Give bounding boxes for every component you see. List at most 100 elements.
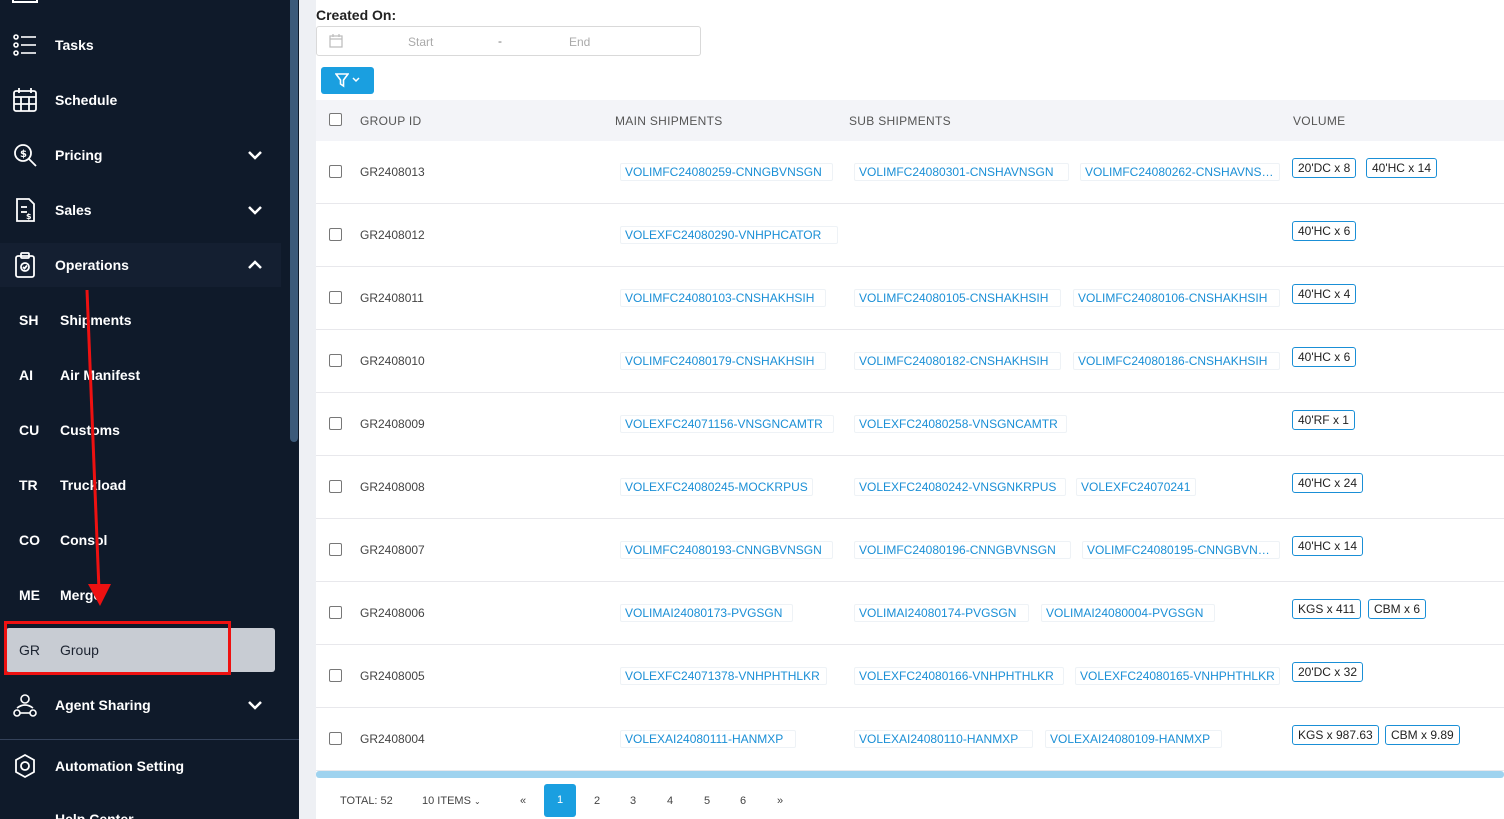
table-row[interactable]: GR2408010 VOLIMFC24080179-CNSHAKHSIH VOL… [316, 330, 1504, 393]
sub-shipment-link[interactable]: VOLEXFC24070241 [1076, 478, 1196, 496]
page-size-select[interactable]: 10 ITEMS ⌄ [422, 795, 481, 807]
sub-shipment-link[interactable]: VOLIMAI24080004-PVGSGN [1041, 604, 1215, 622]
select-all-checkbox[interactable] [329, 113, 342, 126]
main-shipment-link[interactable]: VOLEXFC24071156-VNSGNCAMTR [620, 415, 834, 433]
table-row[interactable]: GR2408013 VOLIMFC24080259-CNNGBVNSGN VOL… [316, 141, 1504, 204]
sidebar-item-schedule[interactable]: Schedule [0, 78, 281, 122]
row-checkbox[interactable] [329, 291, 342, 304]
start-date-input[interactable]: Start [408, 35, 433, 49]
group-id[interactable]: GR2408011 [360, 291, 424, 305]
sidebar-subitem-code: AI [19, 367, 33, 383]
sub-shipment-link[interactable]: VOLEXAI24080110-HANMXP [854, 730, 1033, 748]
sub-shipment-link[interactable]: VOLIMFC24080106-CNSHAKHSIH [1073, 289, 1280, 307]
sidebar-subitem-consol[interactable]: CO Consol [0, 518, 281, 562]
horizontal-scrollbar[interactable] [316, 771, 1504, 778]
column-header-main-shipments[interactable]: MAIN SHIPMENTS [615, 114, 723, 128]
sidebar-subitem-customs[interactable]: CU Customs [0, 408, 281, 452]
filter-button[interactable] [321, 67, 374, 94]
sidebar-subitem-truckload[interactable]: TR Truckload [0, 463, 281, 507]
page-button-2[interactable]: 2 [581, 795, 613, 807]
main-shipment-link[interactable]: VOLEXAI24080111-HANMXP [620, 730, 796, 748]
table-row[interactable]: GR2408004 VOLEXAI24080111-HANMXP VOLEXAI… [316, 708, 1504, 771]
sidebar-item-tasks[interactable]: Tasks [0, 23, 281, 67]
table-row[interactable]: GR2408011 VOLIMFC24080103-CNSHAKHSIH VOL… [316, 267, 1504, 330]
page-button-1[interactable]: 1 [544, 784, 576, 817]
sub-shipment-link[interactable]: VOLIMFC24080186-CNSHAKHSIH [1073, 352, 1280, 370]
prev-page-button[interactable]: « [507, 795, 539, 807]
sub-shipment-link[interactable]: VOLEXFC24080166-VNHPHTHLKR [854, 667, 1064, 685]
group-id[interactable]: GR2408007 [360, 543, 425, 557]
group-id[interactable]: GR2408008 [360, 480, 425, 494]
dashboard-icon [12, 0, 38, 3]
page-button-5[interactable]: 5 [691, 795, 723, 807]
next-page-button[interactable]: » [764, 795, 796, 807]
row-checkbox[interactable] [329, 165, 342, 178]
sub-shipment-link[interactable]: VOLEXFC24080165-VNHPHTHLKR [1075, 667, 1280, 685]
group-id[interactable]: GR2408010 [360, 354, 425, 368]
sidebar-item-automation-setting[interactable]: Automation Setting [0, 744, 281, 788]
sub-shipment-link[interactable]: VOLIMAI24080174-PVGSGN [854, 604, 1029, 622]
column-header-group-id[interactable]: GROUP ID [360, 114, 422, 128]
table-row[interactable]: GR2408009 VOLEXFC24071156-VNSGNCAMTR VOL… [316, 393, 1504, 456]
sub-shipment-link[interactable]: VOLEXFC24080242-VNSGNKRPUS [854, 478, 1066, 496]
page-button-4[interactable]: 4 [654, 795, 686, 807]
sidebar-subitem-shipments[interactable]: SH Shipments [0, 298, 281, 342]
sub-shipment-link[interactable]: VOLEXAI24080109-HANMXP [1045, 730, 1222, 748]
group-id[interactable]: GR2408009 [360, 417, 425, 431]
main-shipment-link[interactable]: VOLIMFC24080259-CNNGBVNSGN [620, 163, 833, 181]
created-on-date-range[interactable]: Start - End [316, 26, 701, 56]
row-checkbox[interactable] [329, 543, 342, 556]
end-date-input[interactable]: End [569, 35, 590, 49]
sidebar-item-help-center[interactable]: Help Center [0, 797, 281, 819]
main-shipment-link[interactable]: VOLIMFC24080103-CNSHAKHSIH [620, 289, 826, 307]
group-id[interactable]: GR2408005 [360, 669, 425, 683]
sidebar-item-pricing[interactable]: $ Pricing [0, 133, 281, 177]
chevron-down-icon[interactable] [246, 146, 264, 164]
row-checkbox[interactable] [329, 480, 342, 493]
group-id[interactable]: GR2408013 [360, 165, 425, 179]
table-row[interactable]: GR2408006 VOLIMAI24080173-PVGSGN VOLIMAI… [316, 582, 1504, 645]
table-row[interactable]: GR2408012 VOLEXFC24080290-VNHPHCATOR 40'… [316, 204, 1504, 267]
column-header-volume[interactable]: VOLUME [1293, 114, 1345, 128]
sidebar-item-label: Agent Sharing [55, 697, 151, 713]
table-row[interactable]: GR2408008 VOLEXFC24080245-MOCKRPUS VOLEX… [316, 456, 1504, 519]
group-id[interactable]: GR2408006 [360, 606, 425, 620]
chevron-down-icon[interactable] [246, 696, 264, 714]
sub-shipment-link[interactable]: VOLIMFC24080195-CNNGBVNSGN [1082, 541, 1280, 559]
sub-shipment-link[interactable]: VOLIMFC24080301-CNSHAVNSGN [854, 163, 1069, 181]
main-shipment-link[interactable]: VOLEXFC24080245-MOCKRPUS [620, 478, 813, 496]
main-shipment-link[interactable]: VOLIMFC24080179-CNSHAKHSIH [620, 352, 826, 370]
group-id[interactable]: GR2408004 [360, 732, 425, 746]
table-row[interactable]: GR2408007 VOLIMFC24080193-CNNGBVNSGN VOL… [316, 519, 1504, 582]
page-button-6[interactable]: 6 [727, 795, 759, 807]
row-checkbox[interactable] [329, 606, 342, 619]
sub-shipment-link[interactable]: VOLEXFC24080258-VNSGNCAMTR [854, 415, 1067, 433]
main-shipment-link[interactable]: VOLIMAI24080173-PVGSGN [620, 604, 793, 622]
svg-text:$: $ [20, 149, 27, 160]
main-shipment-link[interactable]: VOLIMFC24080193-CNNGBVNSGN [620, 541, 833, 559]
row-checkbox[interactable] [329, 732, 342, 745]
table-row[interactable]: GR2408005 VOLEXFC24071378-VNHPHTHLKR VOL… [316, 645, 1504, 708]
row-checkbox[interactable] [329, 354, 342, 367]
row-checkbox[interactable] [329, 669, 342, 682]
group-id[interactable]: GR2408012 [360, 228, 425, 242]
sidebar-item-operations[interactable]: Operations [0, 243, 281, 287]
chevron-up-icon[interactable] [246, 256, 264, 274]
row-checkbox[interactable] [329, 417, 342, 430]
row-checkbox[interactable] [329, 228, 342, 241]
sub-shipment-link[interactable]: VOLIMFC24080105-CNSHAKHSIH [854, 289, 1061, 307]
main-shipment-link[interactable]: VOLEXFC24071378-VNHPHTHLKR [620, 667, 827, 685]
sub-shipment-link[interactable]: VOLIMFC24080196-CNNGBVNSGN [854, 541, 1071, 559]
sidebar-scrollbar[interactable] [290, 0, 298, 442]
page-button-3[interactable]: 3 [617, 795, 649, 807]
sub-shipment-link[interactable]: VOLIMFC24080182-CNSHAKHSIH [854, 352, 1061, 370]
sidebar-item-agent-sharing[interactable]: Agent Sharing [0, 683, 281, 727]
sidebar-subitem-air-manifest[interactable]: AI Air Manifest [0, 353, 281, 397]
sidebar-item-sales[interactable]: $ Sales [0, 188, 281, 232]
sidebar-item-label: Help Center [55, 811, 134, 819]
column-header-sub-shipments[interactable]: SUB SHIPMENTS [849, 114, 951, 128]
chevron-down-icon[interactable] [246, 201, 264, 219]
sub-shipment-link[interactable]: VOLIMFC24080262-CNSHAVNSGN [1080, 163, 1280, 181]
main-shipment-link[interactable]: VOLEXFC24080290-VNHPHCATOR [620, 226, 838, 244]
sidebar-subitem-merge[interactable]: ME Merge [0, 573, 281, 617]
